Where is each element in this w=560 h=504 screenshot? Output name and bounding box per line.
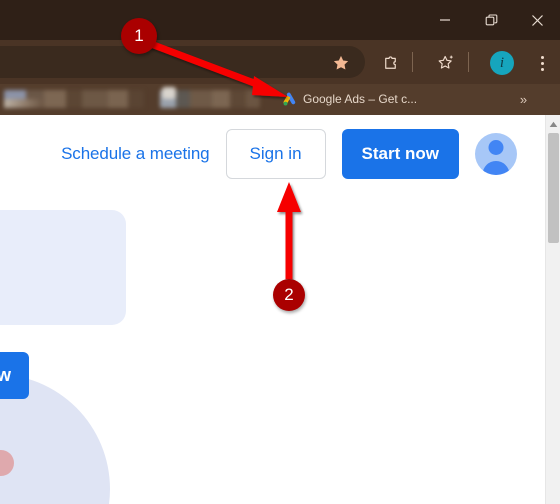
toolbar-separator (468, 52, 469, 72)
profile-initial: i (499, 54, 505, 71)
minimize-icon (440, 19, 450, 21)
collections-button[interactable] (434, 51, 458, 75)
sign-in-label: Sign in (249, 144, 302, 163)
restore-button[interactable] (468, 0, 514, 40)
scroll-up-arrow-icon (549, 121, 557, 127)
start-now-label: Start now (361, 144, 439, 163)
close-button[interactable] (514, 0, 560, 40)
address-bar[interactable] (0, 46, 365, 78)
bookmark-item-google-ads[interactable]: Google Ads – Get c... (276, 88, 423, 110)
schedule-meeting-link[interactable]: Schedule a meeting (61, 144, 210, 164)
sign-in-button[interactable]: Sign in (225, 129, 326, 179)
minimize-button[interactable] (422, 0, 468, 40)
extensions-button[interactable] (378, 51, 402, 75)
window-controls (422, 0, 560, 40)
page-viewport: m Now Schedule a meeting Sign in Start n… (0, 115, 560, 504)
profile-button[interactable]: i (490, 51, 514, 75)
start-now-button[interactable]: Start now (341, 129, 459, 179)
scrollbar-thumb[interactable] (548, 133, 559, 243)
bookmarks-overflow-button[interactable]: » (513, 89, 533, 109)
three-dot-menu-icon (540, 67, 544, 71)
browser-window: i Google Ads – Get c... » m Now Schedule… (0, 0, 560, 504)
star-sparkle-icon (438, 55, 453, 69)
bookmark-item-redacted[interactable] (160, 87, 260, 108)
star-filled-icon (333, 55, 349, 70)
bookmark-label: Google Ads – Get c... (303, 92, 418, 106)
toolbar-separator (412, 52, 413, 72)
page-header: Schedule a meeting Sign in Start now (0, 115, 545, 193)
scroll-up-button[interactable] (546, 117, 560, 131)
bookmark-star-button[interactable] (330, 52, 352, 74)
bookmarks-overflow-label: » (519, 91, 527, 107)
three-dot-menu-icon (540, 55, 544, 59)
page-scrollbar[interactable] (545, 115, 560, 504)
header-actions: Schedule a meeting Sign in Start now (61, 129, 517, 179)
title-bar (0, 0, 560, 40)
promo-card (0, 210, 126, 325)
promo-cta-button[interactable]: m Now (0, 352, 30, 399)
browser-toolbar (0, 40, 560, 84)
browser-menu-button[interactable] (531, 50, 553, 76)
bookmark-item-redacted[interactable] (4, 90, 144, 108)
three-dot-menu-icon (540, 61, 544, 65)
promo-cta-label: m Now (0, 365, 12, 385)
google-ads-icon (283, 92, 296, 105)
user-avatar-icon[interactable] (475, 133, 517, 175)
puzzle-piece-icon (384, 55, 396, 69)
close-icon (531, 14, 543, 26)
restore-icon (485, 13, 497, 25)
